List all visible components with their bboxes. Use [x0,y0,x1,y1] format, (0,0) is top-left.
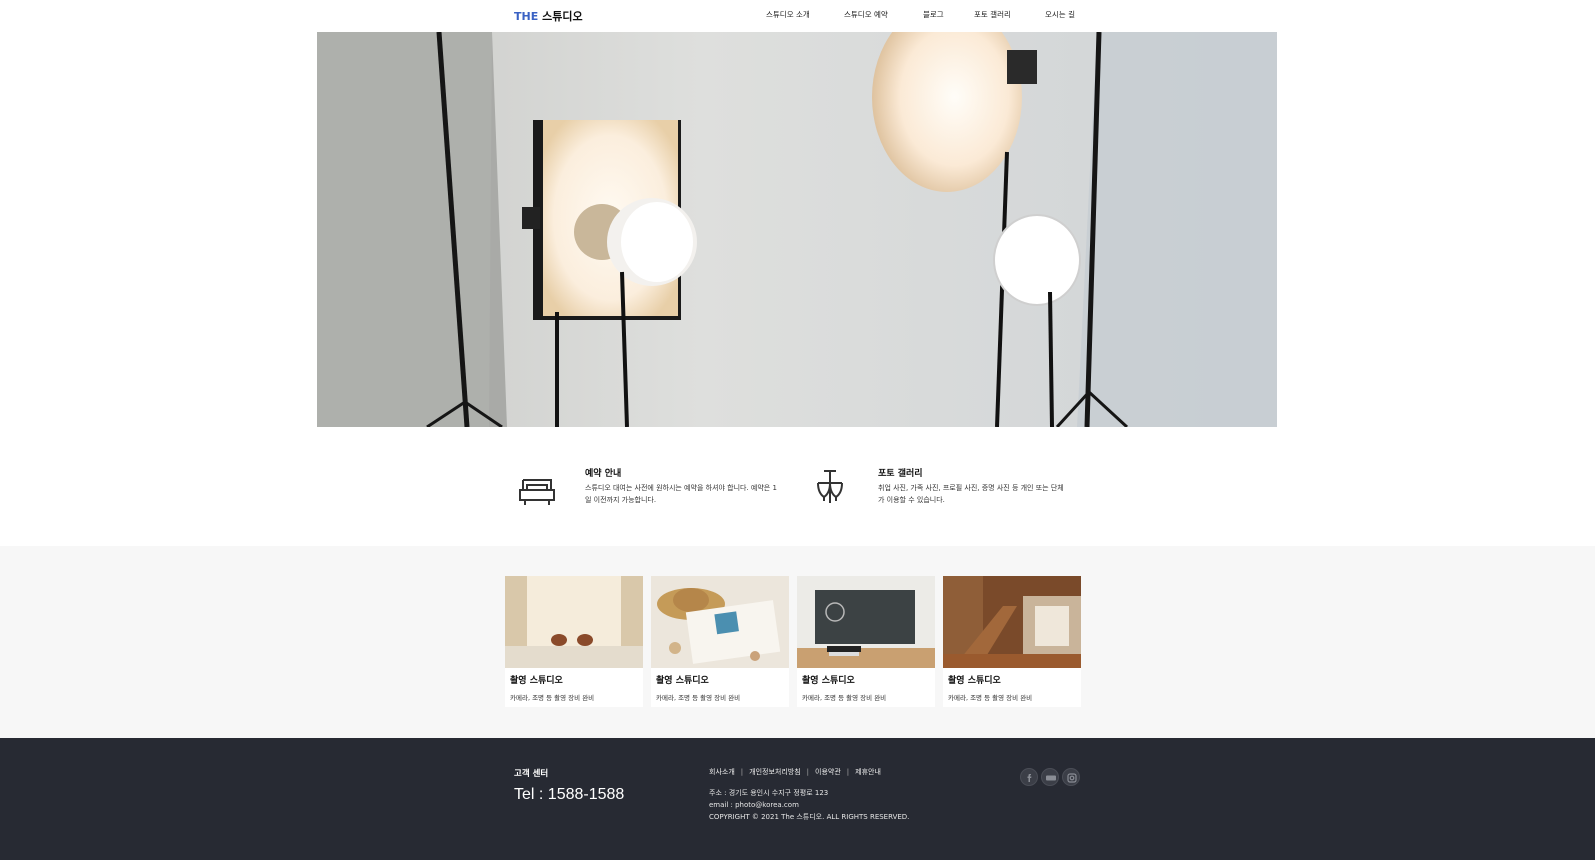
footer-link-privacy[interactable]: 개인정보처리방침 [749,768,801,776]
info-gallery: 포토 갤러리 취업 사진, 가족 사진, 프로필 사진, 증명 사진 등 개인 … [810,460,1070,520]
info-title: 예약 안내 [585,469,622,479]
gallery-card[interactable]: 촬영 스튜디오 카메라, 조명 등 촬영 장비 완비 [943,576,1081,707]
gallery-image-staircase [943,576,1081,668]
card-title: 촬영 스튜디오 [510,676,563,686]
footer-email: email : photo@korea.com [709,801,799,809]
footer-info: 주소 : 경기도 용인시 수지구 정평로 123 email : photo@k… [709,787,909,823]
link-separator: | [806,768,810,776]
card-title: 촬영 스튜디오 [802,676,855,686]
blog-icon[interactable] [1041,768,1059,786]
card-desc: 카메라, 조명 등 촬영 장비 완비 [510,694,595,702]
gallery-image-beach-book [651,576,789,668]
gallery-card[interactable]: 촬영 스튜디오 카메라, 조명 등 촬영 장비 완비 [505,576,643,707]
info-title: 포토 갤러리 [878,469,923,479]
nav-blog[interactable]: 블로그 [923,9,944,20]
link-separator: | [740,768,744,776]
info-text: 스튜디오 대여는 사전에 원하시는 예약을 하셔야 합니다. 예약은 1일 이전… [585,484,777,504]
customer-center-title: 고객 센터 [514,769,549,779]
main-nav: 스튜디오 소개 스튜디오 예약 블로그 포토 갤러리 오시는 길 [0,9,1595,23]
gallery-card[interactable]: 촬영 스튜디오 카메라, 조명 등 촬영 장비 완비 [651,576,789,707]
sofa-icon [519,479,555,505]
gallery-image-studio-room [505,576,643,668]
gallery-image-gallery-room [797,576,935,668]
customer-center-tel: Tel : 1588-1588 [514,786,625,803]
card-desc: 카메라, 조명 등 촬영 장비 완비 [656,694,741,702]
card-desc: 카메라, 조명 등 촬영 장비 완비 [802,694,887,702]
hero-image [317,32,1277,427]
nav-studio-intro[interactable]: 스튜디오 소개 [766,9,810,20]
nav-photo-gallery[interactable]: 포토 갤러리 [974,9,1011,20]
nav-directions[interactable]: 오시는 길 [1045,9,1075,20]
footer-address: 주소 : 경기도 용인시 수지구 정평로 123 [709,789,829,797]
facebook-icon[interactable] [1020,768,1038,786]
link-separator: | [846,768,850,776]
info-text: 취업 사진, 가족 사진, 프로필 사진, 증명 사진 등 개인 또는 단체가 … [878,484,1064,504]
footer-link-terms[interactable]: 이용약관 [815,768,841,776]
chandelier-icon [817,470,843,503]
card-desc: 카메라, 조명 등 촬영 장비 완비 [948,694,1033,702]
card-title: 촬영 스튜디오 [948,676,1001,686]
footer-copyright: COPYRIGHT © 2021 The 스튜디오. ALL RIGHTS RE… [709,813,910,821]
gallery-card[interactable]: 촬영 스튜디오 카메라, 조명 등 촬영 장비 완비 [797,576,935,707]
info-reservation: 예약 안내 스튜디오 대여는 사전에 원하시는 예약을 하셔야 합니다. 예약은… [517,460,777,520]
site-header: THE 스튜디오 스튜디오 소개 스튜디오 예약 블로그 포토 갤러리 오시는 … [0,0,1595,32]
footer-link-company[interactable]: 회사소개 [709,768,735,776]
footer-links: 회사소개 | 개인정보처리방침 | 이용약관 | 제휴안내 [709,767,881,777]
site-footer: 고객 센터 Tel : 1588-1588 회사소개 | 개인정보처리방침 | 이용약관… [0,738,1595,860]
footer-link-partnership[interactable]: 제휴안내 [855,768,881,776]
instagram-icon[interactable] [1062,768,1080,786]
card-title: 촬영 스튜디오 [656,676,709,686]
nav-studio-reservation[interactable]: 스튜디오 예약 [844,9,888,20]
